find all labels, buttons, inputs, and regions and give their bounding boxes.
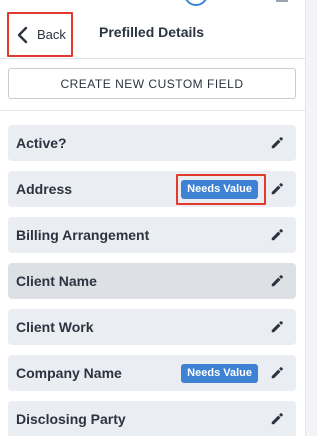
prefilled-details-panel: Back Prefilled Details CREATE NEW CUSTOM… [0, 0, 317, 436]
pencil-icon[interactable] [270, 366, 284, 380]
field-row[interactable]: Company Name Needs Value [8, 355, 296, 391]
field-row[interactable]: Client Work [8, 309, 296, 345]
scrollbar-track[interactable] [305, 0, 317, 436]
page-title: Prefilled Details [99, 24, 205, 40]
field-label: Company Name [16, 365, 122, 381]
pencil-icon[interactable] [270, 136, 284, 150]
pencil-icon[interactable] [270, 412, 284, 426]
field-list: Active? Address Needs Value Billing Arrange… [8, 125, 296, 436]
highlight-outline [176, 174, 266, 205]
field-label: Billing Arrangement [16, 227, 150, 243]
field-row[interactable]: Address Needs Value [8, 171, 296, 207]
field-label: Address [16, 181, 73, 197]
panel-header: Back Prefilled Details [0, 6, 305, 59]
field-label: Client Work [16, 319, 94, 335]
needs-value-badge: Needs Value [181, 364, 258, 383]
section-divider [0, 110, 305, 111]
pencil-icon[interactable] [270, 182, 284, 196]
pencil-icon[interactable] [270, 274, 284, 288]
field-row[interactable]: Disclosing Party [8, 401, 296, 436]
field-label: Active? [16, 135, 67, 151]
field-row[interactable]: Client Name [8, 263, 296, 299]
field-label: Client Name [16, 273, 97, 289]
back-button[interactable]: Back [7, 12, 73, 57]
pencil-icon[interactable] [270, 228, 284, 242]
field-row[interactable]: Billing Arrangement [8, 217, 296, 253]
chevron-left-icon [17, 26, 28, 43]
create-custom-field-button[interactable]: CREATE NEW CUSTOM FIELD [8, 68, 296, 99]
back-label: Back [37, 27, 66, 42]
field-row[interactable]: Active? [8, 125, 296, 161]
field-label: Disclosing Party [16, 411, 126, 427]
top-edge-mark [276, 0, 288, 2]
pencil-icon[interactable] [270, 320, 284, 334]
